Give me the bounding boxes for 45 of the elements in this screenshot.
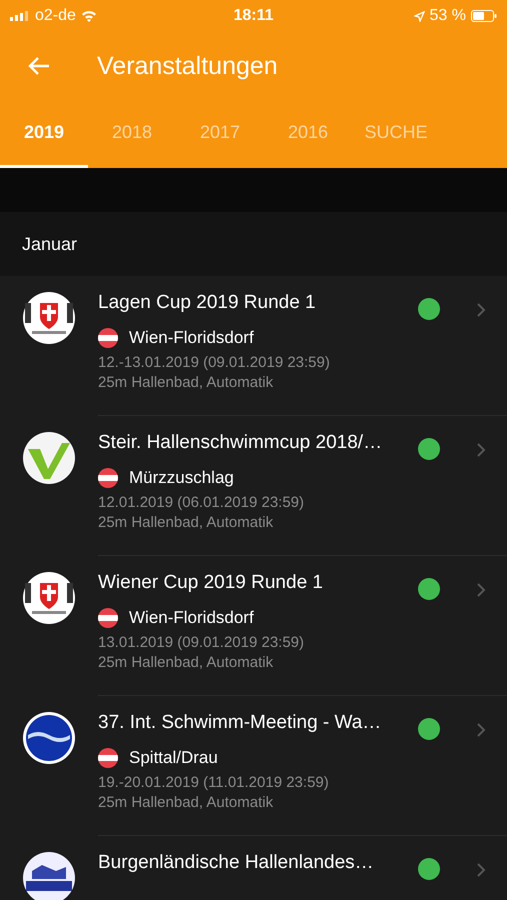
chevron-right-icon[interactable] xyxy=(476,722,486,738)
club-logo-icon xyxy=(22,851,76,900)
event-venue: 25m Hallenbad, Automatik xyxy=(98,794,274,811)
month-label: Januar xyxy=(22,234,78,254)
back-arrow-icon[interactable] xyxy=(27,56,51,76)
austria-flag-icon xyxy=(98,608,118,628)
year-tab[interactable]: SUCHE xyxy=(352,100,440,168)
event-dates: 12.-13.01.2019 (09.01.2019 23:59) xyxy=(98,354,331,371)
battery-percent: 53 % xyxy=(430,7,466,25)
event-title: 37. Int. Schwimm-Meeting - Wa… xyxy=(98,712,382,733)
event-dates: 19.-20.01.2019 (11.01.2019 23:59) xyxy=(98,774,330,791)
event-title: Lagen Cup 2019 Runde 1 xyxy=(98,292,316,313)
battery-icon xyxy=(470,10,497,22)
club-logo-icon xyxy=(22,431,76,485)
event-venue: 25m Hallenbad, Automatik xyxy=(98,514,274,531)
location-arrow-icon xyxy=(414,10,425,22)
signal-icon xyxy=(10,11,30,21)
club-logo-icon xyxy=(22,571,76,625)
chevron-right-icon[interactable] xyxy=(476,302,486,318)
clock-time: 18:11 xyxy=(233,7,274,25)
event-location: Wien-Floridsdorf xyxy=(129,328,254,348)
event-venue: 25m Hallenbad, Automatik xyxy=(98,654,274,671)
austria-flag-icon xyxy=(98,748,118,768)
wifi-icon xyxy=(80,10,97,22)
event-venue: 25m Hallenbad, Automatik xyxy=(98,374,274,391)
chevron-right-icon[interactable] xyxy=(476,582,486,598)
event-dates: 13.01.2019 (09.01.2019 23:59) xyxy=(98,634,306,651)
chevron-right-icon[interactable] xyxy=(476,442,486,458)
screen-title: Veranstaltungen xyxy=(97,52,278,80)
carrier-name: o2-de xyxy=(35,7,76,25)
year-tab[interactable]: 2017 xyxy=(176,100,264,168)
event-title: Wiener Cup 2019 Runde 1 xyxy=(98,572,323,593)
chevron-right-icon[interactable] xyxy=(476,862,486,878)
year-tab[interactable]: 2018 xyxy=(88,100,176,168)
event-location: Spittal/Drau xyxy=(129,748,218,768)
club-logo-icon xyxy=(22,711,76,765)
event-title: Burgenländische Hallenlandes… xyxy=(98,852,374,873)
year-tab[interactable]: 2016 xyxy=(264,100,352,168)
club-logo-icon xyxy=(22,291,76,345)
event-dates: 12.01.2019 (06.01.2019 23:59) xyxy=(98,494,306,511)
event-location: Wien-Floridsdorf xyxy=(129,608,254,628)
austria-flag-icon xyxy=(98,468,118,488)
event-location: Mürzzuschlag xyxy=(129,468,234,488)
austria-flag-icon xyxy=(98,328,118,348)
event-title: Steir. Hallenschwimmcup 2018/… xyxy=(98,432,382,453)
